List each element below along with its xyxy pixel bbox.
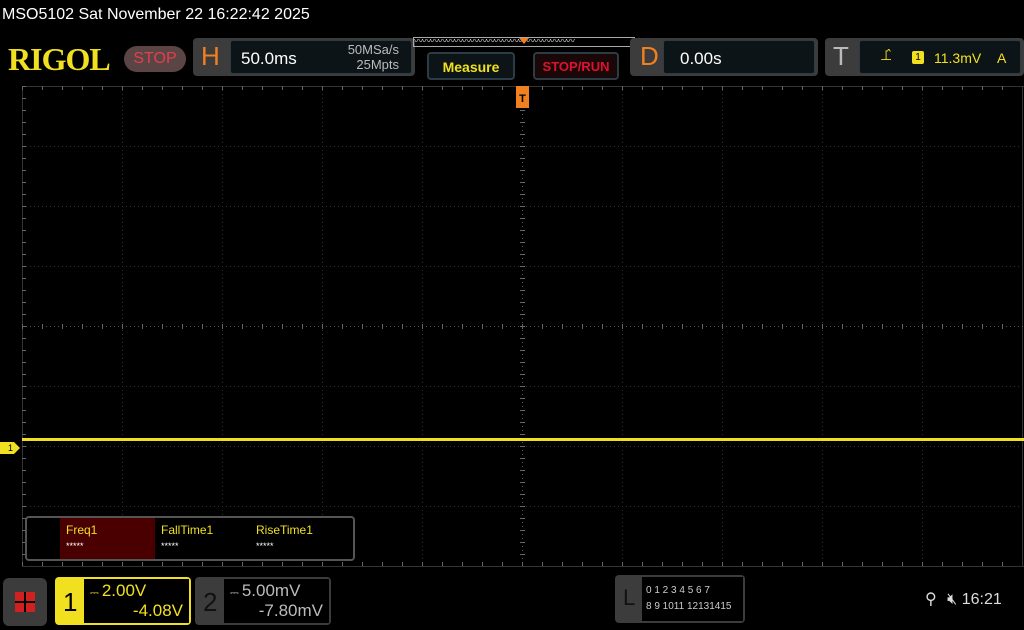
measurement-item[interactable]: Freq1 ***** bbox=[60, 518, 155, 559]
logic-panel[interactable]: L 0 1 2 3 4 5 6 7 8 9 1011 12131415 bbox=[615, 575, 745, 623]
measure-button[interactable]: Measure bbox=[427, 52, 515, 80]
channel-1-number: 1 bbox=[63, 587, 78, 617]
delay-letter: D bbox=[640, 41, 659, 71]
measurement-item[interactable]: FallTime1 ***** bbox=[155, 518, 250, 559]
trigger-panel[interactable]: T ⊥̂ 1 11.3mV A bbox=[825, 38, 1024, 76]
channel-1-offset: -4.08V bbox=[132, 601, 183, 620]
logic-channels-row-2: 8 9 1011 12131415 bbox=[646, 601, 732, 612]
dc-coupling-icon: ⎓ bbox=[90, 587, 102, 599]
delay-value: 0.00s bbox=[680, 49, 722, 68]
grid-menu-icon bbox=[15, 592, 35, 612]
measurement-label: Freq1 bbox=[66, 523, 98, 537]
trigger-box: ⊥̂ 1 11.3mV A bbox=[859, 40, 1021, 74]
rising-edge-icon: ⊥̂ bbox=[880, 47, 893, 63]
logic-letter: L bbox=[623, 585, 636, 610]
delay-panel[interactable]: D 0.00s bbox=[630, 38, 818, 76]
logic-channels-row-1: 0 1 2 3 4 5 6 7 bbox=[646, 585, 710, 596]
channel-2-number: 2 bbox=[203, 587, 218, 617]
rigol-logo: RIGOL bbox=[8, 41, 111, 77]
measurement-value: ***** bbox=[161, 541, 179, 551]
measurement-label: FallTime1 bbox=[161, 523, 214, 537]
run-state-badge: STOP bbox=[124, 46, 186, 72]
trigger-marker[interactable]: T bbox=[516, 86, 529, 108]
window-title: MSO5102 Sat November 22 16:22:42 2025 bbox=[2, 6, 310, 23]
dc-coupling-icon: ⎓ bbox=[230, 587, 242, 599]
sample-rate: 50MSa/s bbox=[347, 42, 399, 57]
delay-box: 0.00s bbox=[663, 40, 815, 74]
usb-icon: ⚲ bbox=[925, 591, 937, 608]
status-area: ⚲ 🔇︎ 16:21 bbox=[925, 589, 1002, 609]
waveform-grid bbox=[22, 86, 1024, 567]
measurement-item[interactable]: RiseTime1 ***** bbox=[250, 518, 345, 559]
main-menu-button[interactable] bbox=[3, 578, 47, 626]
channel-1-trace bbox=[22, 438, 1024, 441]
channel-2-scale: 5.00mV bbox=[241, 581, 301, 600]
stop-run-button[interactable]: STOP/RUN bbox=[533, 52, 619, 80]
measurement-value: ***** bbox=[256, 541, 274, 551]
trigger-letter: T bbox=[833, 41, 849, 71]
speaker-muted-icon[interactable]: 🔇︎ bbox=[947, 591, 957, 608]
measurement-value: ***** bbox=[66, 541, 84, 551]
timebase: 50.0ms bbox=[241, 49, 297, 68]
channel-2-offset: -7.80mV bbox=[258, 601, 323, 620]
measurement-label: RiseTime1 bbox=[256, 523, 313, 537]
memory-depth: 25Mpts bbox=[356, 57, 399, 72]
channel-2-panel[interactable]: 2 ⎓ 5.00mV -7.80mV bbox=[195, 577, 331, 625]
measurement-bar: Freq1 ***** FallTime1 ***** RiseTime1 **… bbox=[25, 516, 355, 561]
trigger-position-icon bbox=[519, 38, 529, 44]
horizontal-info[interactable]: 50.0ms 50MSa/s 25Mpts bbox=[230, 40, 412, 74]
channel-1-scale: 2.00V bbox=[101, 581, 147, 600]
channel-1-panel[interactable]: 1 ⎓ 2.00V -4.08V bbox=[55, 577, 191, 625]
channel-1-marker[interactable]: 1 bbox=[0, 442, 20, 454]
trigger-level: 11.3mV bbox=[934, 50, 982, 66]
trigger-source: 1 bbox=[912, 51, 924, 64]
clock-time: 16:21 bbox=[961, 591, 1002, 608]
horizontal-letter: H bbox=[201, 41, 220, 71]
trigger-mode: A bbox=[997, 50, 1007, 66]
